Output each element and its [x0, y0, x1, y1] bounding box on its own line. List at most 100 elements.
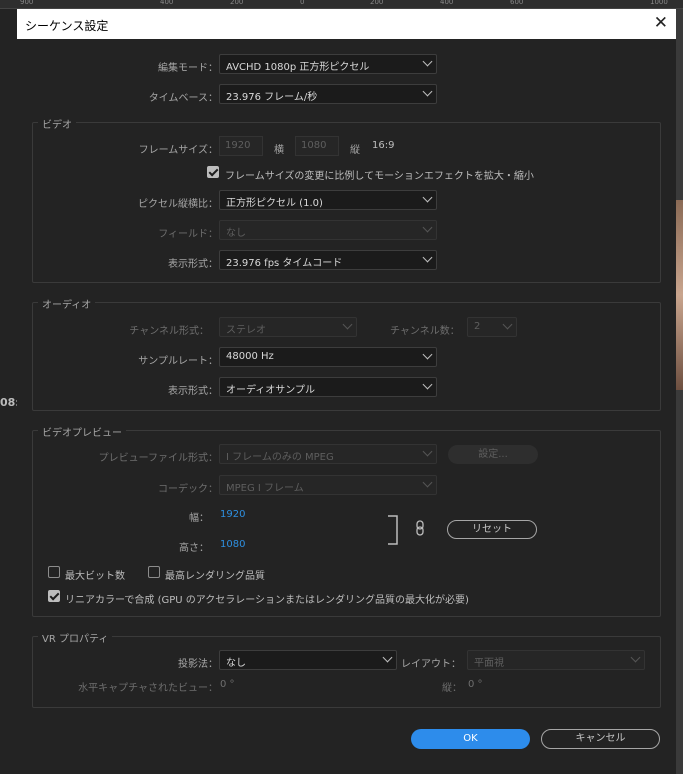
- codec-value: MPEG I フレーム: [226, 483, 304, 494]
- background-right-panel: [676, 9, 683, 774]
- ruler-tick: 400: [440, 0, 454, 6]
- ruler-tick: 900: [20, 0, 34, 6]
- chevron-down-icon: [422, 86, 433, 97]
- scale-motion-label: フレームサイズの変更に比例してモーションエフェクトを拡大・縮小: [225, 171, 534, 182]
- close-icon[interactable]: ✕: [654, 14, 668, 32]
- video-group-title: ビデオ: [38, 116, 76, 131]
- h-capture-label: 水平キャプチャされたビュー：: [78, 683, 218, 694]
- chevron-down-icon: [422, 192, 433, 203]
- pixel-aspect-label: ピクセル縦横比：: [138, 199, 218, 210]
- preview-file-format-label: プレビューファイル形式：: [98, 453, 218, 464]
- edit-mode-select[interactable]: AVCHD 1080p 正方形ピクセル: [219, 54, 437, 74]
- projection-label: 投影法：: [178, 659, 218, 670]
- max-bit-depth-checkbox[interactable]: [48, 566, 60, 578]
- ruler-tick: 0: [300, 0, 305, 6]
- sample-rate-label: サンプルレート：: [138, 356, 218, 367]
- vr-group: [32, 636, 661, 708]
- channel-count-value: 2: [474, 321, 481, 332]
- layout-label: レイアウト：: [401, 659, 461, 670]
- chevron-down-icon: [382, 652, 393, 663]
- v-capture-value[interactable]: 0 °: [468, 679, 483, 690]
- chevron-down-icon: [422, 349, 433, 360]
- pixel-aspect-value: 正方形ピクセル (1.0): [226, 198, 323, 209]
- edit-mode-value: AVCHD 1080p 正方形ピクセル: [226, 62, 370, 73]
- video-preview-group-title: ビデオプレビュー: [38, 424, 126, 439]
- video-display-format-value: 23.976 fps タイムコード: [226, 258, 343, 269]
- codec-select[interactable]: MPEG I フレーム: [219, 475, 437, 495]
- link-bracket-icon: [388, 515, 398, 545]
- chevron-down-icon: [422, 477, 433, 488]
- channel-format-value: ステレオ: [226, 325, 266, 336]
- frame-width-field[interactable]: 1920: [219, 136, 263, 156]
- cancel-button[interactable]: キャンセル: [541, 729, 660, 749]
- frame-width-unit: 横: [274, 145, 284, 156]
- projection-value: なし: [226, 658, 246, 669]
- audio-group-title: オーディオ: [38, 296, 96, 311]
- channel-format-label: チャンネル形式：: [129, 326, 209, 337]
- background-thumbnail: [676, 200, 683, 390]
- aspect-ratio: 16:9: [372, 140, 395, 151]
- frame-size-label: フレームサイズ：: [138, 145, 218, 156]
- ruler-tick: 1000: [650, 0, 668, 6]
- frame-height-unit: 縦: [350, 145, 360, 156]
- ruler-tick: 200: [230, 0, 244, 6]
- reset-button[interactable]: リセット: [447, 520, 537, 539]
- preview-height-label: 高さ：: [179, 543, 209, 554]
- scale-motion-checkbox[interactable]: [207, 166, 219, 178]
- audio-display-format-label: 表示形式：: [168, 386, 218, 397]
- video-display-format-label: 表示形式：: [168, 259, 218, 270]
- ruler-tick: 600: [510, 0, 524, 6]
- dialog-title: シーケンス設定: [25, 19, 109, 33]
- projection-select[interactable]: なし: [219, 650, 397, 670]
- title-bar[interactable]: シーケンス設定 ✕: [17, 9, 676, 39]
- timebase-label: タイムベース：: [148, 93, 218, 104]
- sequence-settings-dialog: シーケンス設定 ✕ 編集モード： AVCHD 1080p 正方形ピクセル タイム…: [17, 9, 676, 774]
- ok-button[interactable]: OK: [411, 729, 530, 749]
- preview-width-value[interactable]: 1920: [220, 509, 245, 520]
- sample-rate-value: 48000 Hz: [226, 351, 274, 362]
- timebase-value: 23.976 フレーム/秒: [226, 92, 318, 103]
- audio-display-format-value: オーディオサンプル: [226, 385, 315, 396]
- h-capture-value[interactable]: 0 °: [220, 679, 235, 690]
- layout-value: 平面視: [474, 658, 504, 669]
- channel-count-select[interactable]: 2: [467, 317, 517, 337]
- pixel-aspect-select[interactable]: 正方形ピクセル (1.0): [219, 190, 437, 210]
- max-bit-depth-label: 最大ビット数: [65, 571, 125, 582]
- audio-display-format-select[interactable]: オーディオサンプル: [219, 377, 437, 397]
- layout-select[interactable]: 平面視: [467, 650, 645, 670]
- field-select[interactable]: なし: [219, 220, 437, 240]
- field-value: なし: [226, 228, 246, 239]
- chevron-down-icon: [422, 56, 433, 67]
- background-ruler: 900 400 200 0 200 400 600 1000: [0, 0, 683, 9]
- chevron-down-icon: [502, 319, 513, 330]
- field-label: フィールド：: [158, 229, 218, 240]
- timebase-select[interactable]: 23.976 フレーム/秒: [219, 84, 437, 104]
- frame-height-field[interactable]: 1080: [295, 136, 339, 156]
- chevron-down-icon: [422, 379, 433, 390]
- edit-mode-label: 編集モード：: [158, 63, 218, 74]
- max-render-quality-checkbox[interactable]: [148, 566, 160, 578]
- video-display-format-select[interactable]: 23.976 fps タイムコード: [219, 250, 437, 270]
- channel-format-select[interactable]: ステレオ: [219, 317, 357, 337]
- channel-count-label: チャンネル数：: [390, 326, 460, 337]
- vr-group-title: VR プロパティ: [38, 630, 113, 645]
- sample-rate-select[interactable]: 48000 Hz: [219, 347, 437, 367]
- v-capture-label: 縦：: [442, 683, 462, 694]
- preview-width-label: 幅：: [189, 513, 209, 524]
- background-left-panel: [0, 9, 17, 774]
- chevron-down-icon: [422, 222, 433, 233]
- ruler-tick: 400: [160, 0, 174, 6]
- chevron-down-icon: [630, 652, 641, 663]
- chevron-down-icon: [422, 446, 433, 457]
- preview-height-value[interactable]: 1080: [220, 539, 245, 550]
- max-render-quality-label: 最高レンダリング品質: [165, 571, 265, 582]
- linear-color-checkbox[interactable]: [48, 590, 60, 602]
- preview-file-format-value: I フレームのみの MPEG: [226, 452, 334, 463]
- preview-file-format-select[interactable]: I フレームのみの MPEG: [219, 444, 437, 464]
- codec-label: コーデック：: [158, 484, 218, 495]
- chain-link-icon[interactable]: [415, 520, 425, 536]
- preview-settings-button[interactable]: 設定...: [448, 445, 538, 464]
- linear-color-label: リニアカラーで合成 (GPU のアクセラレーションまたはレンダリング品質の最大化…: [65, 595, 469, 606]
- chevron-down-icon: [342, 319, 353, 330]
- chevron-down-icon: [422, 252, 433, 263]
